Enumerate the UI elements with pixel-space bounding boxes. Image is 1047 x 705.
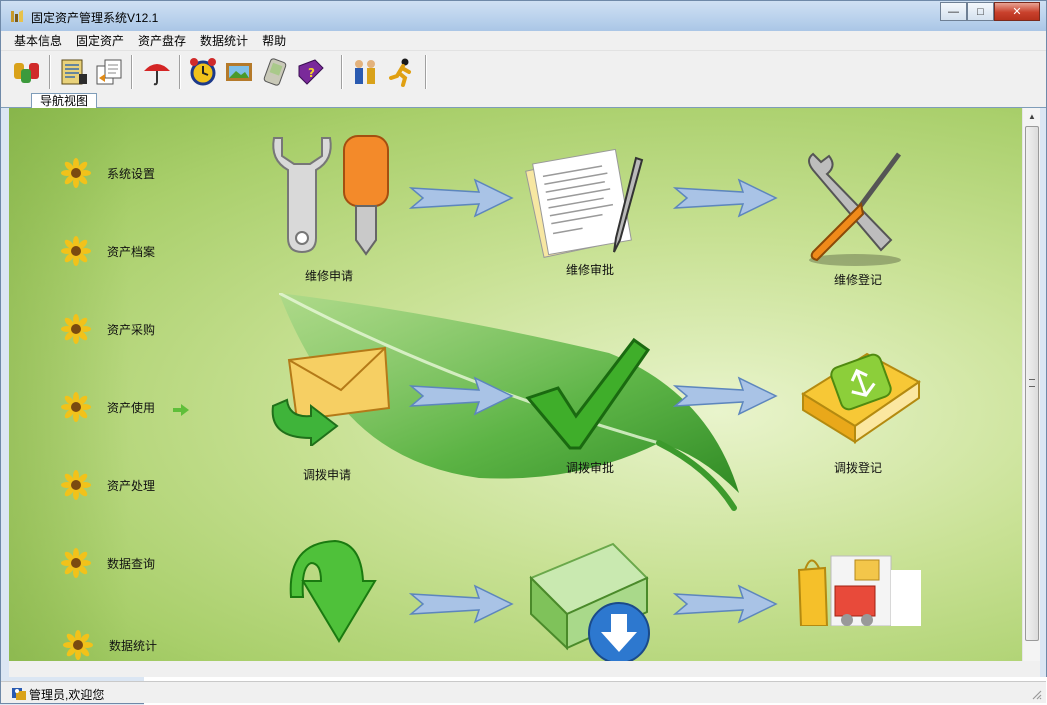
transfer-register-icon[interactable] xyxy=(797,346,922,451)
flow-label-transfer-register: 调拨登记 xyxy=(834,461,883,475)
vertical-scrollbar[interactable]: ▲ xyxy=(1022,108,1040,661)
nav-item-data-query[interactable]: 数据查询 xyxy=(61,548,156,578)
resize-grip-icon[interactable] xyxy=(1030,688,1042,700)
toolbar-group-4: ? xyxy=(185,54,329,90)
flow-label-repair-approval: 维修审批 xyxy=(566,263,615,277)
alarm-clock-icon[interactable] xyxy=(185,54,221,90)
toolbar-group-5 xyxy=(347,54,419,90)
tab-navigation-view[interactable]: 导航视图 xyxy=(31,93,98,109)
nav-item-label: 资产档案 xyxy=(107,244,156,259)
umbrella-icon[interactable] xyxy=(139,54,175,90)
flow-label-transfer-request: 调拨申请 xyxy=(303,468,352,482)
scrollbar-thumb[interactable] xyxy=(1025,126,1039,641)
active-arrow-icon xyxy=(173,404,189,416)
window-title: 固定资产管理系统V12.1 xyxy=(31,11,159,25)
people-icon[interactable] xyxy=(347,54,383,90)
repair-request-icon[interactable] xyxy=(264,130,394,260)
download-folder-icon[interactable] xyxy=(527,538,652,661)
toolbar-separator xyxy=(425,55,427,89)
nav-item-label: 数据查询 xyxy=(107,556,156,571)
svg-text:?: ? xyxy=(308,66,315,80)
download-arrow-icon[interactable] xyxy=(277,533,382,648)
menu-fixed-assets[interactable]: 固定资产 xyxy=(69,31,131,51)
transfer-approval-icon[interactable] xyxy=(524,336,654,451)
flower-icon xyxy=(63,630,93,660)
flow-arrow-icon xyxy=(673,376,778,416)
tab-strip: 导航视图 xyxy=(1,93,1046,109)
nav-item-label: 资产处理 xyxy=(107,478,156,493)
flower-icon xyxy=(61,236,91,266)
scroll-up-icon[interactable]: ▲ xyxy=(1023,108,1041,125)
flow-label-repair-request: 维修申请 xyxy=(305,269,354,283)
flow-label-repair-register: 维修登记 xyxy=(834,273,883,287)
maximize-button[interactable]: □ xyxy=(967,2,994,21)
flow-arrow-icon xyxy=(409,376,514,416)
flower-icon xyxy=(61,470,91,500)
notebook-icon[interactable] xyxy=(55,54,91,90)
nav-item-label: 资产使用 xyxy=(107,400,156,415)
nav-item-asset-archive[interactable]: 资产档案 xyxy=(61,236,156,266)
flow-arrow-icon xyxy=(409,178,514,218)
flow-arrow-icon xyxy=(673,178,778,218)
toolbar: ? xyxy=(1,51,1046,93)
navigation-panel: 系统设置 资产档案 资产采购 资产使用 资产处理 数据查询 数据统计 维修申请 … xyxy=(9,108,1022,661)
pda-icon[interactable] xyxy=(257,54,293,90)
runner-icon[interactable] xyxy=(383,54,419,90)
horizontal-scroll-area xyxy=(9,661,1040,677)
grip-icon xyxy=(1029,379,1035,387)
flow-label-transfer-approval: 调拨审批 xyxy=(566,461,615,475)
title-bar[interactable]: 固定资产管理系统V12.1 — □ ✕ xyxy=(1,1,1046,31)
app-window: 固定资产管理系统V12.1 — □ ✕ 基本信息 固定资产 资产盘存 数据统计 … xyxy=(0,0,1047,705)
nav-item-label: 数据统计 xyxy=(109,638,158,653)
window-controls: — □ ✕ xyxy=(940,2,1040,22)
app-icon xyxy=(11,10,23,22)
toolbar-group-3 xyxy=(139,54,175,90)
transfer-request-icon[interactable] xyxy=(267,346,392,446)
toolbar-separator xyxy=(49,55,51,89)
toolbar-group-2 xyxy=(55,54,127,90)
flower-icon xyxy=(61,392,91,422)
nav-item-label: 系统设置 xyxy=(107,166,156,181)
help-book-icon[interactable]: ? xyxy=(293,54,329,90)
nav-item-asset-disposal[interactable]: 资产处理 xyxy=(61,470,156,500)
flower-icon xyxy=(61,158,91,188)
menu-basic-info[interactable]: 基本信息 xyxy=(7,31,69,51)
toolbar-separator xyxy=(131,55,133,89)
flower-icon xyxy=(61,314,91,344)
flow-arrow-icon xyxy=(673,584,778,624)
status-message: 管理员,欢迎您 xyxy=(29,688,105,702)
documents-icon[interactable] xyxy=(91,54,127,90)
toolbar-separator xyxy=(341,55,343,89)
toolbar-separator xyxy=(179,55,181,89)
menu-bar: 基本信息 固定资产 资产盘存 数据统计 帮助 xyxy=(1,31,1046,51)
close-button[interactable]: ✕ xyxy=(994,2,1040,21)
nav-item-asset-usage[interactable]: 资产使用 xyxy=(61,392,156,422)
menu-data-statistics[interactable]: 数据统计 xyxy=(193,31,255,51)
toolbar-group-1 xyxy=(9,54,45,90)
flower-icon xyxy=(61,548,91,578)
flow-arrow-icon xyxy=(409,584,514,624)
nav-item-system-settings[interactable]: 系统设置 xyxy=(61,158,156,188)
picture-icon[interactable] xyxy=(221,54,257,90)
user-icon xyxy=(12,688,26,700)
menu-asset-inventory[interactable]: 资产盘存 xyxy=(131,31,193,51)
shopping-bag-icon[interactable] xyxy=(795,546,925,626)
nav-item-label: 资产采购 xyxy=(107,322,156,337)
nav-item-data-statistics[interactable]: 数据统计 xyxy=(63,630,158,660)
users-icon[interactable] xyxy=(9,54,45,90)
repair-approval-icon[interactable] xyxy=(524,148,654,263)
minimize-button[interactable]: — xyxy=(940,2,967,21)
nav-item-asset-purchase[interactable]: 资产采购 xyxy=(61,314,156,344)
menu-help[interactable]: 帮助 xyxy=(255,31,293,51)
repair-register-icon[interactable] xyxy=(799,148,914,268)
status-bar: 管理员,欢迎您 xyxy=(1,681,1046,703)
